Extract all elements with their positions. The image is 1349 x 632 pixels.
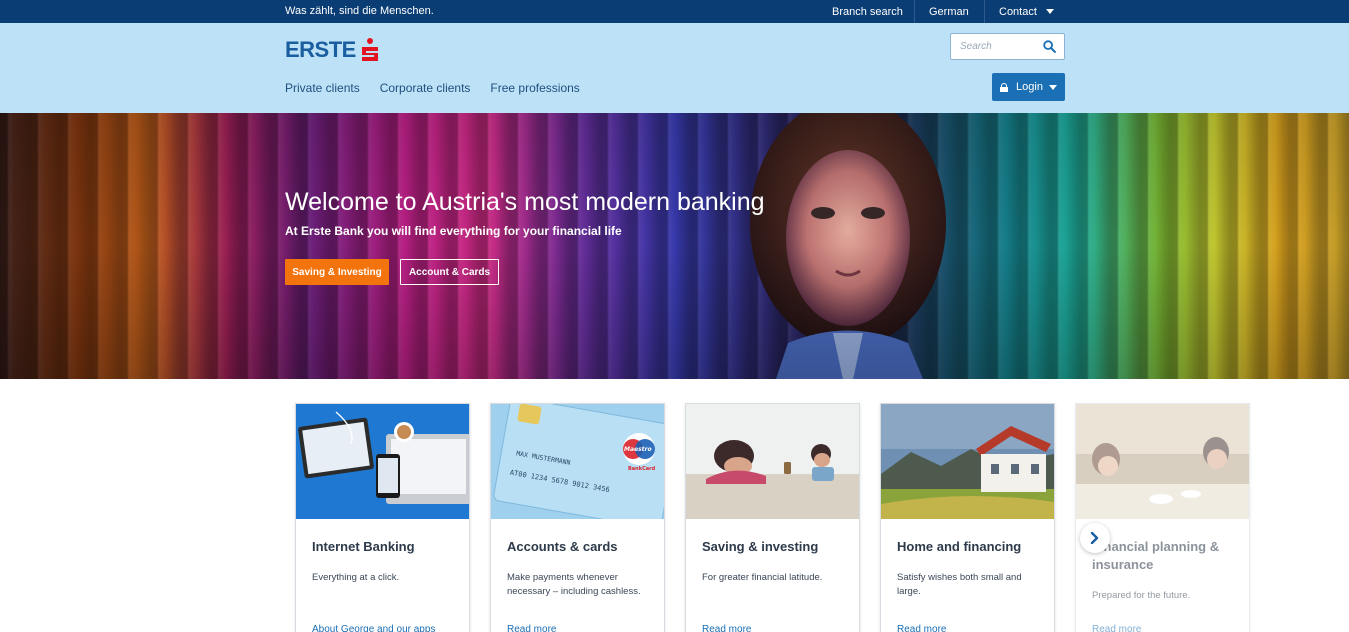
chevron-right-icon[interactable] xyxy=(1090,532,1100,544)
nav-corporate-clients[interactable]: Corporate clients xyxy=(380,81,471,95)
main-nav: Private clients Corporate clients Free p… xyxy=(285,81,600,95)
card-internet-banking[interactable]: Internet Banking Everything at a click. … xyxy=(295,403,470,632)
card-title: Financial planning & insurance xyxy=(1092,539,1220,572)
card-link[interactable]: About George and our apps xyxy=(312,624,435,632)
hero-subtitle: At Erste Bank you will find everything f… xyxy=(285,224,622,238)
maestro-logo-text: Maestro xyxy=(624,446,652,453)
login-button[interactable]: Login xyxy=(992,73,1065,101)
card-title: Saving & investing xyxy=(702,539,819,554)
card-image xyxy=(686,404,859,519)
branch-search-label[interactable]: Branch search xyxy=(832,6,903,18)
divider xyxy=(914,0,915,23)
saving-investing-button[interactable]: Saving & Investing xyxy=(285,259,389,285)
bankcard-logo-text: BankCard xyxy=(628,466,656,472)
nav-private-clients[interactable]: Private clients xyxy=(285,81,360,95)
card-image xyxy=(296,404,469,519)
branch-search-link[interactable]: Branch search xyxy=(832,0,903,23)
card-title: Accounts & cards xyxy=(507,539,618,554)
contact-label[interactable]: Contact xyxy=(999,6,1037,18)
divider xyxy=(984,0,985,23)
login-label: Login xyxy=(1016,81,1043,93)
hero-banner: Welcome to Austria's most modern banking… xyxy=(0,113,1349,379)
hero-overlay xyxy=(0,113,1349,379)
card-image xyxy=(881,404,1054,519)
search-box[interactable]: Search xyxy=(950,33,1065,60)
slogan: Was zählt, sind die Menschen. xyxy=(285,5,434,17)
card-link[interactable]: Read more xyxy=(507,624,556,632)
card-image xyxy=(1076,404,1249,519)
card-description: Make payments whenever necessary – inclu… xyxy=(507,572,641,597)
sparkasse-s-icon[interactable] xyxy=(360,38,380,62)
language-label[interactable]: German xyxy=(929,6,969,18)
card-accounts-cards[interactable]: MAX MUSTERMANN AT00 1234 5678 9012 3456 … xyxy=(490,403,665,632)
chevron-down-icon[interactable] xyxy=(1045,9,1054,14)
card-description: For greater financial latitude. xyxy=(702,572,823,583)
chevron-down-icon xyxy=(1048,84,1057,90)
language-link[interactable]: German xyxy=(929,0,969,23)
account-cards-button[interactable]: Account & Cards xyxy=(400,259,499,285)
card-link[interactable]: Read more xyxy=(1092,624,1141,632)
card-title: Home and financing xyxy=(897,539,1022,554)
card-saving-investing[interactable]: Saving & investing For greater financial… xyxy=(685,403,860,632)
logo-wordmark[interactable]: ERSTE xyxy=(285,37,356,63)
card-image: MAX MUSTERMANN AT00 1234 5678 9012 3456 … xyxy=(491,404,664,519)
search-input[interactable]: Search xyxy=(960,41,992,52)
search-icon[interactable] xyxy=(1043,40,1056,53)
hero-title: Welcome to Austria's most modern banking xyxy=(285,188,765,216)
card-financial-planning[interactable]: Financial planning & insurance Prepared … xyxy=(1075,403,1250,632)
card-description: Prepared for the future. xyxy=(1092,590,1191,601)
header: ERSTE Search Private clients Corporate c… xyxy=(0,23,1349,113)
erste-logo[interactable]: ERSTE xyxy=(285,37,380,63)
contact-dropdown[interactable]: Contact xyxy=(999,0,1054,23)
card-link[interactable]: Read more xyxy=(897,624,946,632)
carousel-next-button[interactable] xyxy=(1080,523,1110,553)
card-title: Internet Banking xyxy=(312,539,415,554)
lock-icon xyxy=(1000,82,1009,92)
card-link[interactable]: Read more xyxy=(702,624,751,632)
utility-bar: Was zählt, sind die Menschen. Branch sea… xyxy=(0,0,1349,23)
card-description: Everything at a click. xyxy=(312,572,400,583)
card-home-financing[interactable]: Home and financing Satisfy wishes both s… xyxy=(880,403,1055,632)
nav-free-professions[interactable]: Free professions xyxy=(490,81,579,95)
card-description: Satisfy wishes both small and large. xyxy=(897,572,1022,597)
